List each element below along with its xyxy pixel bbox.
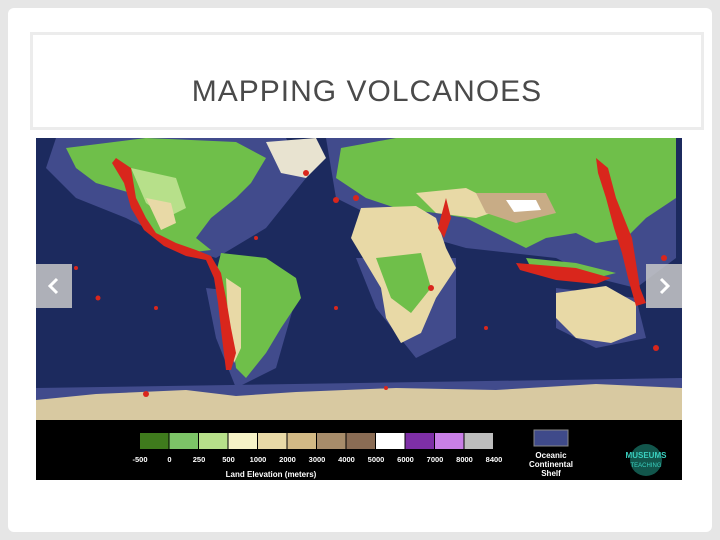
legend-axis-label: Land Elevation (meters) xyxy=(226,470,317,479)
legend-tick-label: 2000 xyxy=(279,455,296,464)
legend-swatch xyxy=(287,433,316,449)
shelf-label-1: Oceanic xyxy=(535,451,567,460)
legend-swatch xyxy=(228,433,257,449)
map-svg: -500 0 250 500 1000 2000 3000 4000 5000 6000 7000 8… xyxy=(36,138,682,480)
shelf-label-3: Shelf xyxy=(541,469,561,478)
legend-tick-label: 500 xyxy=(222,455,235,464)
legend-tick-label: 8000 xyxy=(456,455,473,464)
svg-text:MUSEUMS: MUSEUMS xyxy=(626,451,668,460)
chevron-right-icon xyxy=(659,277,671,295)
legend-swatch xyxy=(258,433,287,449)
legend-tick-label: -500 xyxy=(132,455,147,464)
legend-tick-label: 6000 xyxy=(397,455,414,464)
legend-tick-label: 8400 xyxy=(486,455,503,464)
legend-swatch xyxy=(140,433,169,449)
legend-tick-label: 0 xyxy=(167,455,171,464)
shelf-label-2: Continental xyxy=(529,460,573,469)
legend-swatch xyxy=(346,433,375,449)
legend-tick-label: 3000 xyxy=(309,455,326,464)
title-band: MAPPING VOLCANOES xyxy=(30,32,704,130)
next-button[interactable] xyxy=(646,264,682,308)
legend-tick-label: 1000 xyxy=(250,455,267,464)
legend-tick-label: 250 xyxy=(193,455,206,464)
legend-swatch xyxy=(317,433,346,449)
legend-swatch xyxy=(376,433,405,449)
chevron-left-icon xyxy=(47,277,59,295)
legend-swatch xyxy=(405,433,434,449)
world-volcano-map: -500 0 250 500 1000 2000 3000 4000 5000 6000 7000 8… xyxy=(36,138,682,480)
previous-button[interactable] xyxy=(36,264,72,308)
svg-text:TEACHING: TEACHING xyxy=(630,463,661,469)
slide-title: MAPPING VOLCANOES xyxy=(191,75,543,108)
legend-swatch xyxy=(199,433,228,449)
legend-swatch xyxy=(169,433,198,449)
shelf-swatch xyxy=(533,429,569,447)
legend-tick-label: 4000 xyxy=(338,455,355,464)
legend-swatch xyxy=(464,433,493,449)
legend-swatch xyxy=(435,433,464,449)
legend-tick-label: 7000 xyxy=(427,455,444,464)
legend-panel xyxy=(36,420,682,480)
legend-tick-label: 5000 xyxy=(368,455,385,464)
